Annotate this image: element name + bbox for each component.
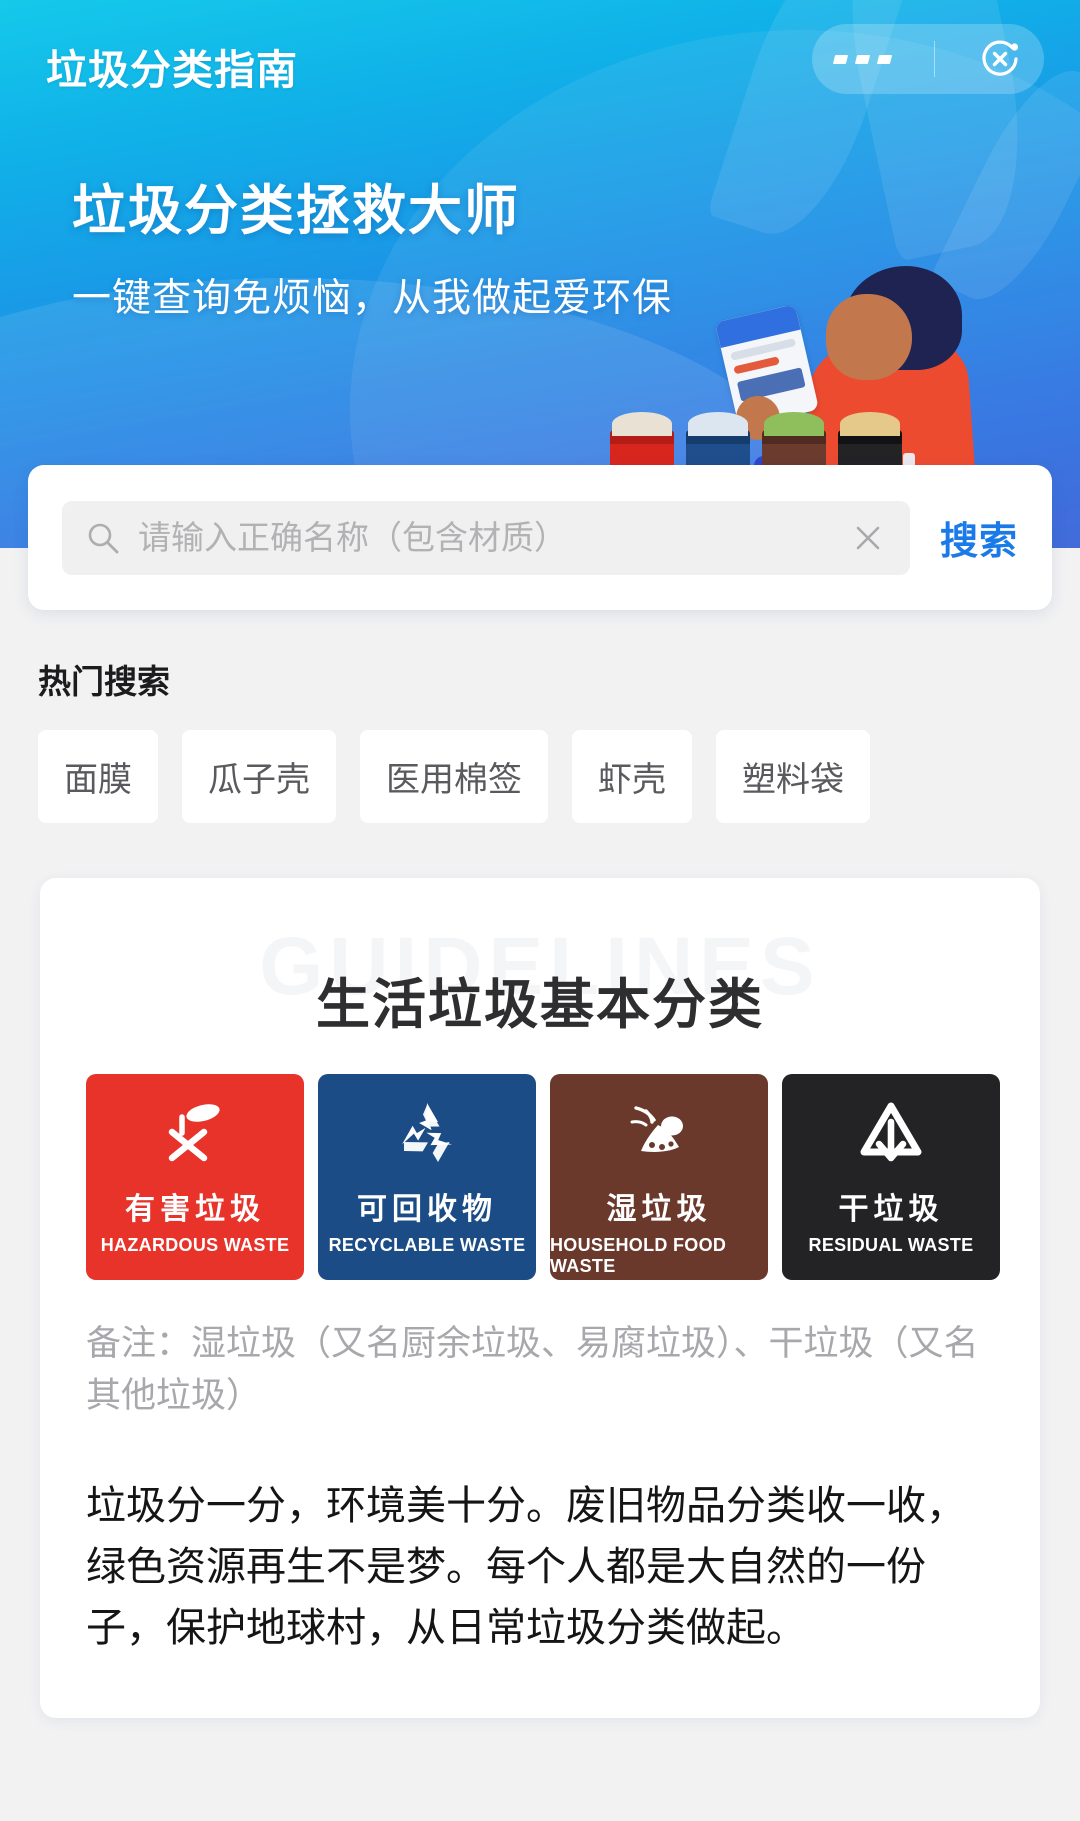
guidelines-body-text: 垃圾分一分，环境美十分。废旧物品分类收一收，绿色资源再生不是梦。每个人都是大自然… — [86, 1484, 966, 1650]
recycle-arrows-icon — [402, 1103, 452, 1162]
category-label-cn: 湿垃圾 — [606, 1193, 712, 1226]
category-tiles: 有害垃圾 HAZARDOUS WASTE 可回收物 RECYCLABLE WAS… — [86, 1074, 1000, 1280]
hot-search-chip[interactable]: 面膜 — [38, 730, 158, 823]
close-circle-icon[interactable] — [978, 37, 1022, 81]
category-tile-recyclable[interactable]: 可回收物 RECYCLABLE WASTE — [318, 1074, 536, 1280]
page-title: 垃圾分类指南 — [46, 47, 298, 93]
guidelines-note: 备注：湿垃圾（又名厨余垃圾、易腐垃圾）、干垃圾（又名其他垃圾） — [86, 1324, 979, 1415]
category-label-en: HOUSEHOLD FOOD WASTE — [550, 1235, 727, 1276]
search-button[interactable]: 搜索 — [940, 510, 1018, 565]
search-input[interactable] — [138, 518, 832, 557]
hot-search-title: 热门搜索 — [38, 663, 170, 700]
capsule-divider — [933, 41, 935, 77]
food-waste-icon — [630, 1106, 683, 1152]
hot-search-chip[interactable]: 塑料袋 — [716, 730, 870, 823]
hot-search-chip[interactable]: 虾壳 — [572, 730, 692, 823]
category-label-en: HAZARDOUS WASTE — [100, 1235, 290, 1255]
residual-waste-icon — [860, 1102, 922, 1162]
category-label-cn: 可回收物 — [357, 1193, 497, 1226]
category-tile-wet[interactable]: 湿垃圾 HOUSEHOLD FOOD WASTE — [550, 1074, 768, 1280]
category-tile-residual[interactable]: 干垃圾 RESIDUAL WASTE — [782, 1074, 1000, 1280]
search-icon — [88, 523, 119, 553]
category-tile-hazardous[interactable]: 有害垃圾 HAZARDOUS WASTE — [86, 1074, 304, 1280]
clear-x-icon[interactable] — [850, 520, 886, 556]
hot-search-chips: 面膜 瓜子壳 医用棉签 虾壳 塑料袋 — [38, 730, 870, 823]
person-face — [826, 294, 912, 380]
search-card: 搜索 — [28, 465, 1052, 610]
category-label-en: RESIDUAL WASTE — [808, 1235, 974, 1255]
category-label-cn: 干垃圾 — [838, 1193, 944, 1226]
category-label-en: RECYCLABLE WASTE — [328, 1235, 526, 1255]
guidelines-title: 生活垃圾基本分类 — [316, 975, 764, 1035]
hazardous-waste-icon — [168, 1104, 220, 1162]
hot-search-chip[interactable]: 医用棉签 — [360, 730, 548, 823]
more-dots-icon[interactable] — [832, 54, 892, 64]
guidelines-card: GUIDELINES 生活垃圾基本分类 有害垃圾 HAZARDOUS WASTE — [40, 878, 1040, 1718]
search-box[interactable] — [62, 500, 910, 575]
hot-search-chip[interactable]: 瓜子壳 — [182, 730, 336, 823]
category-label-cn: 有害垃圾 — [125, 1193, 265, 1226]
banner-topbar: 垃圾分类指南 — [0, 0, 1080, 118]
miniprogram-capsule[interactable] — [812, 24, 1044, 94]
